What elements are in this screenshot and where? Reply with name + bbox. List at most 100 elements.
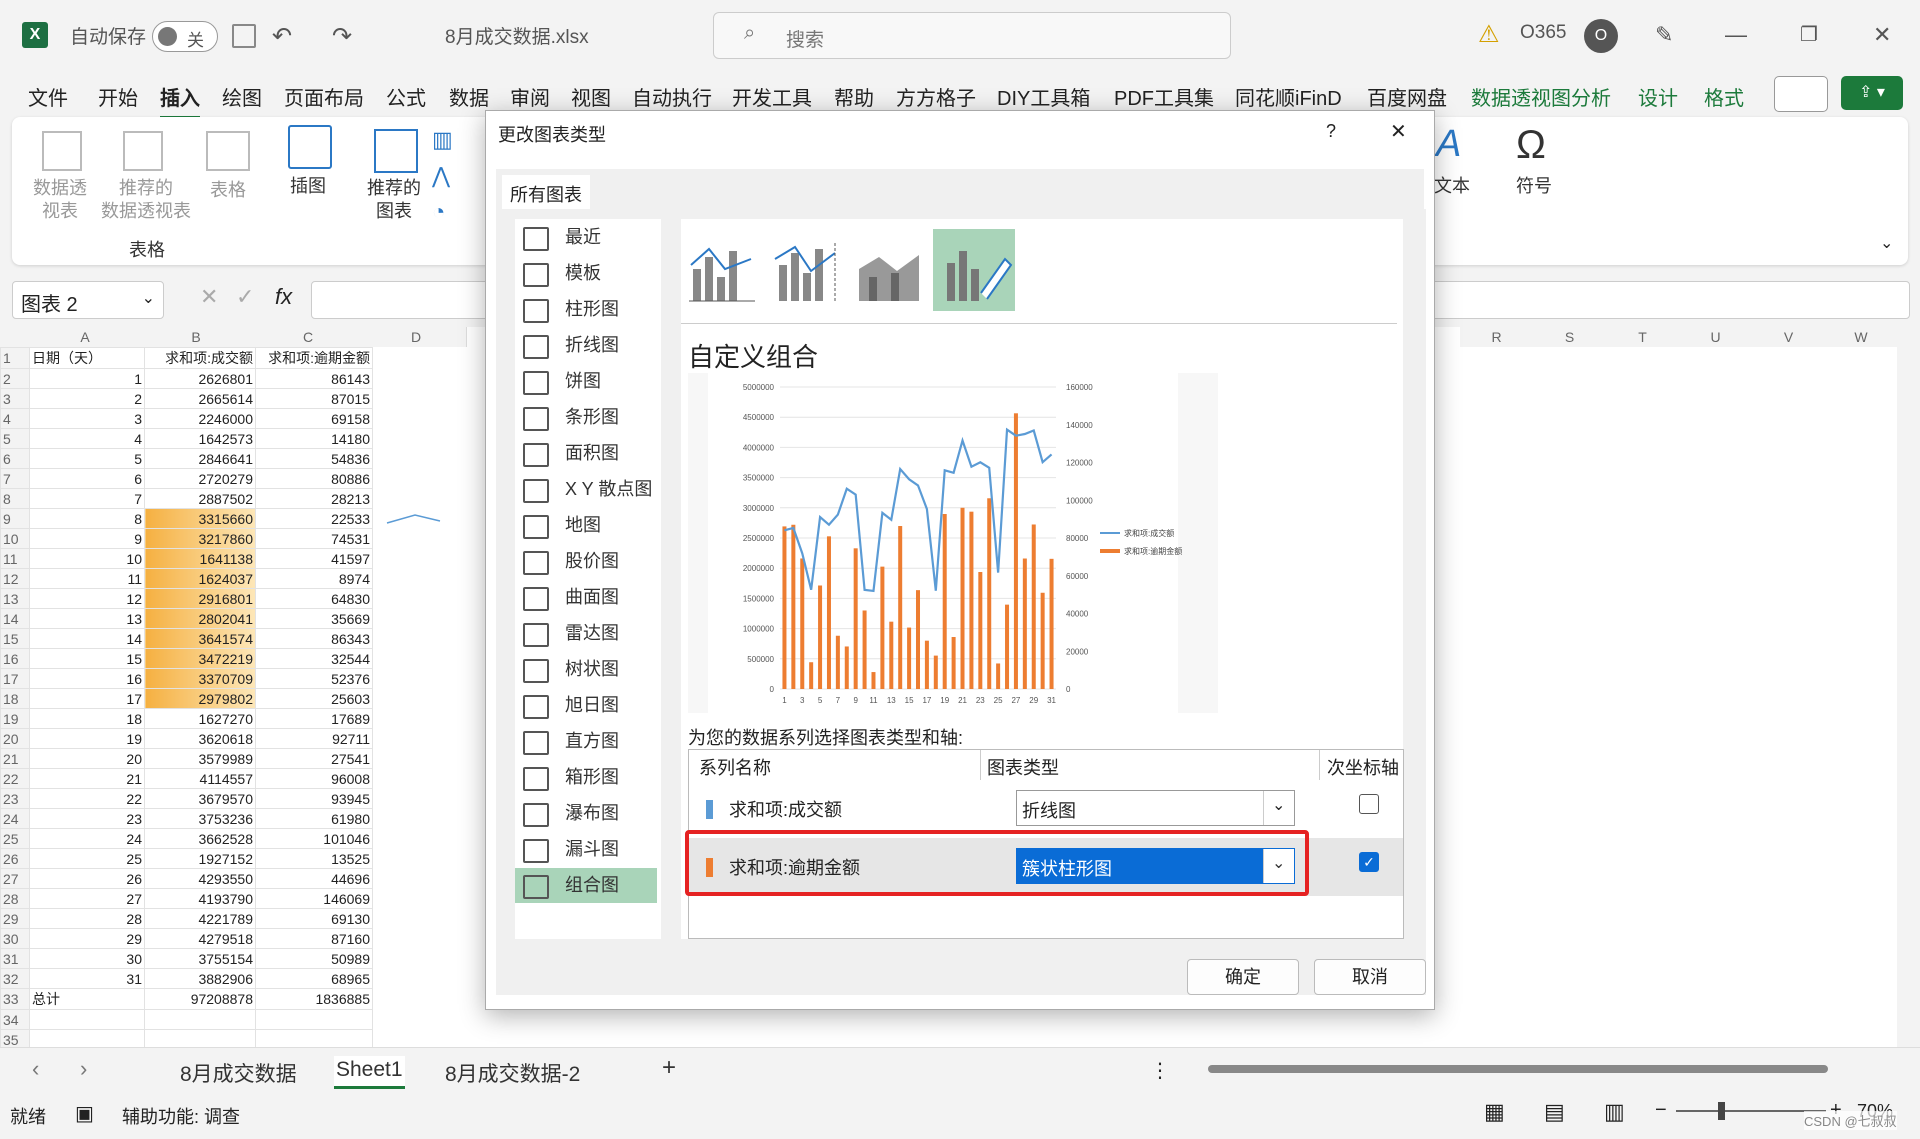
menu-formulas[interactable]: 公式 (386, 82, 426, 111)
combo-custom-icon[interactable] (933, 229, 1015, 311)
row-number[interactable]: 7 (0, 468, 30, 489)
cell-amount[interactable]: 4193790 (144, 888, 256, 909)
chart-type-item[interactable]: 直方图 (515, 724, 657, 759)
cell-amount[interactable]: 3679570 (144, 788, 256, 809)
cell-empty[interactable] (144, 1029, 256, 1047)
close-window-icon[interactable]: ✕ (1873, 22, 1891, 48)
row-number[interactable]: 24 (0, 808, 30, 829)
chart-type-item[interactable]: 组合图 (515, 868, 657, 903)
cell-overdue[interactable]: 61980 (255, 808, 373, 829)
macro-record-icon[interactable]: ▣ (75, 1101, 94, 1126)
zoom-out-icon[interactable]: − (1655, 1099, 1667, 1122)
cell-date[interactable]: 3 (29, 408, 145, 429)
menu-file[interactable]: 文件 (28, 82, 68, 111)
chart-type-item[interactable]: 条形图 (515, 400, 657, 435)
cell-date[interactable]: 16 (29, 668, 145, 689)
cell-date[interactable]: 23 (29, 808, 145, 829)
row-number[interactable]: 6 (0, 448, 30, 469)
menu-ifind[interactable]: 同花顺iFinD (1235, 82, 1342, 111)
cell-date[interactable]: 30 (29, 948, 145, 969)
cell-overdue[interactable]: 68965 (255, 968, 373, 989)
row-number[interactable]: 25 (0, 828, 30, 849)
col-header-w[interactable]: W (1825, 327, 1897, 347)
chart-type-item[interactable]: 旭日图 (515, 688, 657, 723)
cell-overdue[interactable]: 87160 (255, 928, 373, 949)
menu-developer[interactable]: 开发工具 (732, 82, 812, 111)
sheet-tab[interactable]: 8月成交数据 (180, 1058, 297, 1088)
cell-overdue[interactable]: 69158 (255, 408, 373, 429)
combo-clustered-line-secondary-icon[interactable] (765, 229, 847, 311)
chart-type-item[interactable]: 地图 (515, 508, 657, 543)
menu-design[interactable]: 设计 (1638, 82, 1678, 111)
row-number[interactable]: 8 (0, 488, 30, 509)
cell-date[interactable]: 17 (29, 688, 145, 709)
cell-date[interactable]: 9 (29, 528, 145, 549)
page-break-view-icon[interactable]: ▥ (1604, 1099, 1625, 1125)
horizontal-scrollbar-thumb[interactable] (1208, 1065, 1828, 1073)
row-number[interactable]: 23 (0, 788, 30, 809)
table-button[interactable]: 表格 (206, 179, 250, 202)
cell-amount[interactable]: 2846641 (144, 448, 256, 469)
row-number[interactable]: 2 (0, 368, 30, 389)
row-number[interactable]: 16 (0, 648, 30, 669)
row-number[interactable]: 3 (0, 388, 30, 409)
cell-empty[interactable] (29, 1029, 145, 1047)
cell-overdue[interactable]: 27541 (255, 748, 373, 769)
column-chart-icon[interactable]: ▥ (432, 127, 453, 153)
cell-overdue[interactable]: 64830 (255, 588, 373, 609)
chart-type-item[interactable]: 最近 (515, 220, 657, 255)
chart-type-item[interactable]: 雷达图 (515, 616, 657, 651)
cell-amount[interactable]: 2979802 (144, 688, 256, 709)
cell-date[interactable]: 5 (29, 448, 145, 469)
cell-overdue[interactable]: 41597 (255, 548, 373, 569)
menu-ffcell[interactable]: 方方格子 (896, 82, 976, 111)
cell-overdue[interactable]: 17689 (255, 708, 373, 729)
menu-draw[interactable]: 绘图 (222, 82, 262, 111)
undo-icon[interactable]: ↶ (272, 22, 292, 51)
cell-overdue[interactable]: 25603 (255, 688, 373, 709)
cell-date[interactable]: 28 (29, 908, 145, 929)
file-name[interactable]: 8月成交数据.xlsx (445, 22, 589, 49)
cell-overdue[interactable]: 96008 (255, 768, 373, 789)
menu-pdf[interactable]: PDF工具集 (1114, 82, 1214, 111)
cell-date[interactable]: 14 (29, 628, 145, 649)
minimize-icon[interactable]: — (1725, 22, 1747, 48)
more-options-icon[interactable]: ⋮ (1150, 1058, 1170, 1083)
cell-amount[interactable]: 2720279 (144, 468, 256, 489)
ok-button[interactable]: 确定 (1187, 959, 1299, 995)
col-header-a[interactable]: A (28, 327, 143, 347)
chart-type-item[interactable]: 瀑布图 (515, 796, 657, 831)
pivot-table-button[interactable]: 数据透 视表 (28, 177, 92, 223)
chart-type-item[interactable]: 折线图 (515, 328, 657, 363)
cell-amount[interactable]: 1624037 (144, 568, 256, 589)
cell-amount[interactable]: 3217860 (144, 528, 256, 549)
cell-overdue[interactable]: 35669 (255, 608, 373, 629)
row-number[interactable]: 4 (0, 408, 30, 429)
row-number[interactable]: 9 (0, 508, 30, 529)
cell-date[interactable]: 18 (29, 708, 145, 729)
avatar[interactable]: O (1584, 19, 1618, 53)
cell-date[interactable]: 4 (29, 428, 145, 449)
cell-empty[interactable] (144, 1009, 256, 1030)
menu-review[interactable]: 审阅 (510, 82, 550, 111)
row-number[interactable]: 20 (0, 728, 30, 749)
menu-view[interactable]: 视图 (571, 82, 611, 111)
cell-amount[interactable]: 1642573 (144, 428, 256, 449)
comments-button[interactable] (1774, 76, 1828, 112)
text-button[interactable]: 文本 (1430, 175, 1474, 198)
combo-stacked-area-icon[interactable] (849, 229, 931, 311)
col-header-s[interactable]: S (1533, 327, 1607, 347)
cell-date[interactable]: 12 (29, 588, 145, 609)
row-number[interactable]: 13 (0, 588, 30, 609)
col-header-v[interactable]: V (1752, 327, 1826, 347)
chart-type-dropdown[interactable]: 折线图 ⌄ (1016, 790, 1295, 826)
zoom-slider-thumb[interactable] (1718, 1102, 1725, 1120)
cell-date[interactable]: 8 (29, 508, 145, 529)
cell-amount[interactable]: 3315660 (144, 508, 256, 529)
cell-amount[interactable]: 3882906 (144, 968, 256, 989)
menu-help[interactable]: 帮助 (834, 82, 874, 111)
cell-date[interactable]: 26 (29, 868, 145, 889)
row-number[interactable]: 32 (0, 968, 30, 989)
cell-overdue[interactable]: 87015 (255, 388, 373, 409)
sheet-tab[interactable]: 8月成交数据-2 (445, 1058, 580, 1088)
